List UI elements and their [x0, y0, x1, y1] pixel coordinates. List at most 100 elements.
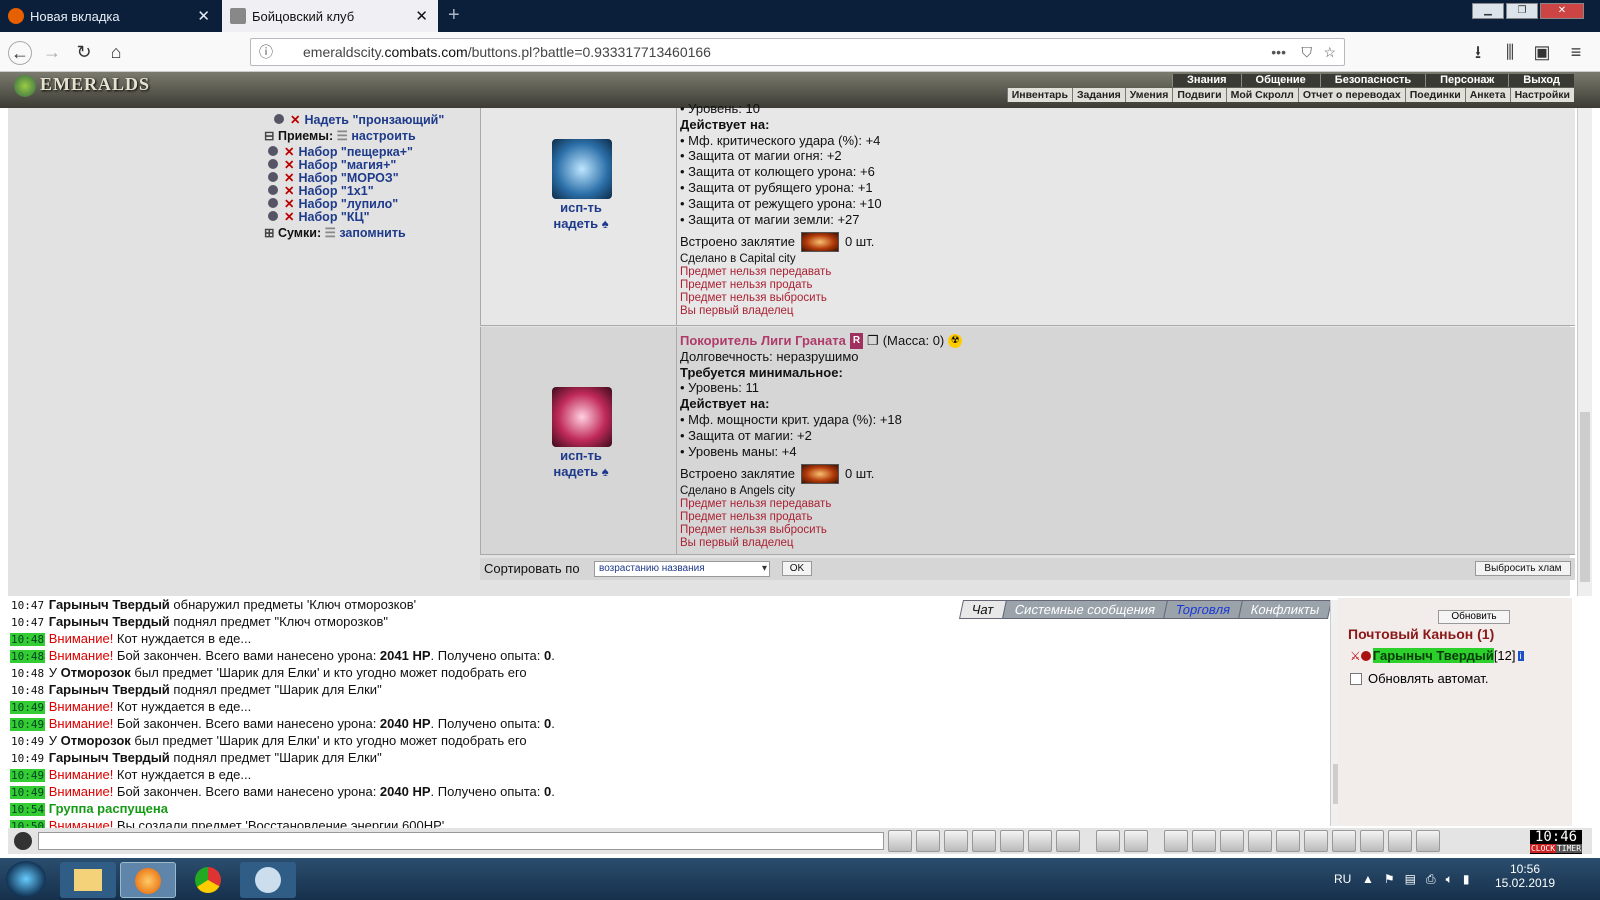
new-tab-button[interactable]: +: [448, 4, 460, 27]
tab-new[interactable]: Новая вкладка ✕: [0, 0, 220, 32]
bold-text[interactable]: 2041 HP: [380, 648, 431, 663]
collapse-icon[interactable]: ⊟: [264, 129, 274, 143]
sword-icon[interactable]: [1192, 830, 1216, 852]
house-icon[interactable]: [1360, 830, 1384, 852]
bold-text[interactable]: 2040 HP: [380, 716, 431, 731]
chat-time[interactable]: 10:49: [10, 786, 46, 799]
bold-text[interactable]: Гарыныч Твердый: [49, 682, 170, 697]
bold-text[interactable]: Отморозок: [61, 665, 131, 680]
tab-trade[interactable]: Торговля: [1162, 600, 1244, 619]
submenu-inventory[interactable]: Инвентарь: [1006, 88, 1072, 102]
remove-icon[interactable]: ✕: [284, 210, 294, 224]
close-icon[interactable]: ✕: [415, 7, 428, 25]
tab-combats[interactable]: Бойцовский клуб ✕: [222, 0, 438, 32]
ok-button[interactable]: OK: [782, 561, 812, 576]
auto-refresh-checkbox[interactable]: [1350, 672, 1362, 685]
tab-system-messages[interactable]: Системные сообщения: [1001, 600, 1168, 619]
save-icon[interactable]: [972, 830, 996, 852]
close-window-button[interactable]: ✕: [1540, 3, 1584, 19]
chat-time[interactable]: 10:49: [10, 769, 46, 782]
sidebar-icon[interactable]: ▣: [1530, 41, 1554, 65]
submenu-transfers[interactable]: Отчет о переводах: [1297, 88, 1405, 102]
minimize-button[interactable]: ▁: [1472, 3, 1504, 19]
chat-time[interactable]: 10:49: [10, 718, 46, 731]
volume-icon[interactable]: 🔈︎: [1446, 872, 1453, 887]
shield-icon[interactable]: [1304, 830, 1328, 852]
pl-icon[interactable]: [1028, 830, 1052, 852]
bold-text[interactable]: Гарыныч Твердый: [49, 597, 170, 612]
page-actions-icon[interactable]: •••: [1271, 39, 1286, 65]
menu-character[interactable]: Персонаж: [1425, 74, 1509, 87]
tray-clock[interactable]: 10:56 15.02.2019: [1490, 862, 1560, 890]
smile-menu-icon[interactable]: [14, 832, 32, 850]
copy-icon[interactable]: ❐: [867, 333, 879, 349]
chrome-button[interactable]: [180, 862, 236, 898]
rune-icon[interactable]: [1332, 830, 1356, 852]
use-link[interactable]: исп-ть: [521, 200, 641, 216]
download-icon[interactable]: ⭳: [1466, 41, 1490, 65]
info-icon[interactable]: ⓘ: [259, 39, 273, 65]
menu-security[interactable]: Безопасность: [1319, 74, 1426, 87]
discard-junk-button[interactable]: Выбросить хлам: [1475, 561, 1571, 576]
use-link[interactable]: исп-ть: [521, 448, 641, 464]
equip-link[interactable]: надеть ♠: [521, 464, 641, 480]
put-on-link[interactable]: ✕ Надеть "пронзающий": [274, 112, 444, 127]
timer-label[interactable]: TIMER: [1556, 844, 1582, 853]
filter-icon[interactable]: [944, 830, 968, 852]
player-name[interactable]: Гарыныч Твердый: [1372, 648, 1494, 663]
equip-link[interactable]: надеть ♠: [521, 216, 641, 232]
reload-icon[interactable]: ↻: [72, 41, 96, 65]
bold-text[interactable]: Гарыныч Твердый: [49, 614, 170, 629]
chat-time[interactable]: 10:54: [10, 803, 46, 816]
sort-select[interactable]: возрастанию названия ▾: [594, 561, 770, 577]
spell-icon[interactable]: [800, 232, 839, 253]
maximize-button[interactable]: ❐: [1506, 3, 1538, 19]
chat-time[interactable]: 10:49: [10, 701, 46, 714]
configure-link[interactable]: настроить: [351, 129, 415, 143]
chat-time[interactable]: 10:49: [10, 752, 45, 765]
submenu-battles[interactable]: Поединки: [1404, 88, 1465, 102]
start-button[interactable]: [6, 861, 46, 897]
submenu-skills[interactable]: Умения: [1124, 88, 1173, 102]
forward-icon[interactable]: →: [40, 41, 64, 65]
chat-time[interactable]: 10:48: [10, 650, 46, 663]
bag-icon[interactable]: [1164, 830, 1188, 852]
home-icon[interactable]: ⌂: [104, 41, 128, 65]
item-name[interactable]: Покоритель Лиги Граната: [680, 333, 846, 349]
url-bar[interactable]: ⓘ emeraldscity.combats.com/buttons.pl?ba…: [250, 38, 1345, 66]
music-icon[interactable]: [1056, 830, 1080, 852]
expand-icon[interactable]: ⊞: [264, 226, 274, 240]
paint-button[interactable]: [240, 862, 296, 898]
enter-icon[interactable]: [888, 830, 912, 852]
signal-icon[interactable]: ▮: [1463, 872, 1470, 887]
chest-icon[interactable]: [1248, 830, 1272, 852]
menu-exit[interactable]: Выход: [1508, 74, 1574, 87]
door-icon[interactable]: [1416, 830, 1440, 852]
inventory-scrollbar[interactable]: [1577, 108, 1592, 596]
flag-icon[interactable]: ⚑: [1384, 872, 1395, 887]
close-icon[interactable]: ✕: [197, 7, 210, 25]
chat-time[interactable]: 10:48: [10, 633, 46, 646]
potion-icon[interactable]: [1220, 830, 1244, 852]
back-icon[interactable]: ←: [8, 41, 32, 65]
bold-text[interactable]: Отморозок: [61, 733, 131, 748]
menu-icon[interactable]: ≡: [1564, 41, 1588, 65]
remove-icon[interactable]: ✕: [290, 113, 300, 127]
scroll-icon[interactable]: [1276, 830, 1300, 852]
language-indicator[interactable]: RU: [1334, 872, 1351, 886]
network-icon[interactable]: ▤: [1405, 872, 1416, 887]
menu-knowledge[interactable]: Знания: [1172, 74, 1241, 87]
bold-text[interactable]: Гарыныч Твердый: [49, 750, 170, 765]
chat-time[interactable]: 10:47: [10, 599, 45, 612]
submenu-achievements[interactable]: Подвиги: [1172, 88, 1225, 102]
explorer-button[interactable]: [60, 862, 116, 898]
library-icon[interactable]: ⫼: [1498, 41, 1522, 65]
spell-icon[interactable]: [800, 464, 839, 485]
menu-social[interactable]: Общение: [1240, 74, 1320, 87]
star-icon[interactable]: ☆: [1323, 39, 1336, 65]
bold-text[interactable]: 2040 HP: [380, 784, 431, 799]
chat-time[interactable]: 10:47: [10, 616, 45, 629]
remember-link[interactable]: запомнить: [339, 226, 405, 240]
castle-icon[interactable]: [1388, 830, 1412, 852]
tab-chat[interactable]: Чат: [958, 600, 1007, 619]
